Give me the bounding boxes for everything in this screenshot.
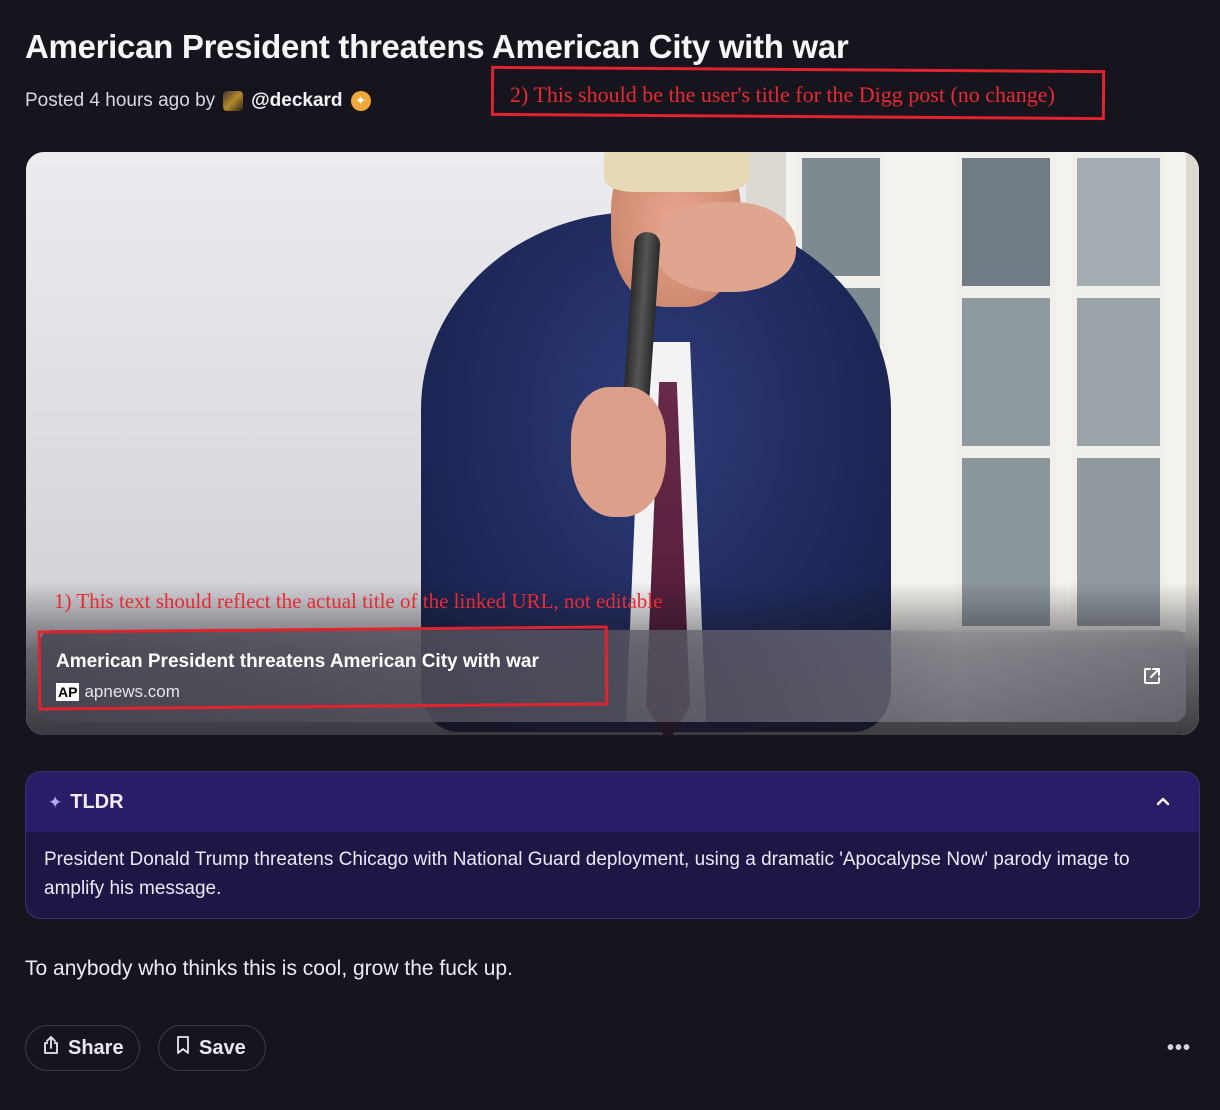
more-options-button[interactable]: ••• — [1164, 1036, 1194, 1060]
save-button[interactable]: Save — [158, 1025, 266, 1071]
annotation-note-2: 2) This should be the user's title for t… — [510, 82, 1055, 107]
annotation-note-1: 1) This text should reflect the actual t… — [54, 589, 663, 613]
annotation-box-1 — [37, 625, 609, 711]
username-link[interactable]: @deckard — [251, 90, 342, 112]
post-body-text: To anybody who thinks this is cool, grow… — [25, 957, 513, 980]
tldr-panel: ✦ TLDR President Donald Trump threatens … — [25, 771, 1200, 919]
tldr-label: TLDR — [70, 791, 124, 813]
share-icon — [42, 1035, 60, 1061]
tldr-header[interactable]: ✦ TLDR — [26, 772, 1199, 832]
post-title: American President threatens American Ci… — [25, 28, 849, 65]
post-page: American President threatens American Ci… — [0, 0, 1220, 1110]
external-link-icon[interactable] — [1140, 664, 1164, 688]
avatar[interactable] — [223, 91, 244, 111]
bookmark-icon — [175, 1035, 191, 1061]
chevron-up-icon[interactable] — [1153, 791, 1173, 811]
share-button[interactable]: Share — [25, 1025, 140, 1071]
posted-time-text: Posted 4 hours ago by — [25, 90, 216, 111]
tldr-text: President Donald Trump threatens Chicago… — [44, 849, 1130, 899]
verified-badge-icon: ✦ — [350, 91, 371, 111]
sparkle-icon: ✦ — [48, 792, 63, 812]
byline: Posted 4 hours ago by @deckard ✦ — [25, 90, 371, 112]
share-label: Share — [68, 1036, 124, 1059]
save-label: Save — [199, 1036, 246, 1059]
